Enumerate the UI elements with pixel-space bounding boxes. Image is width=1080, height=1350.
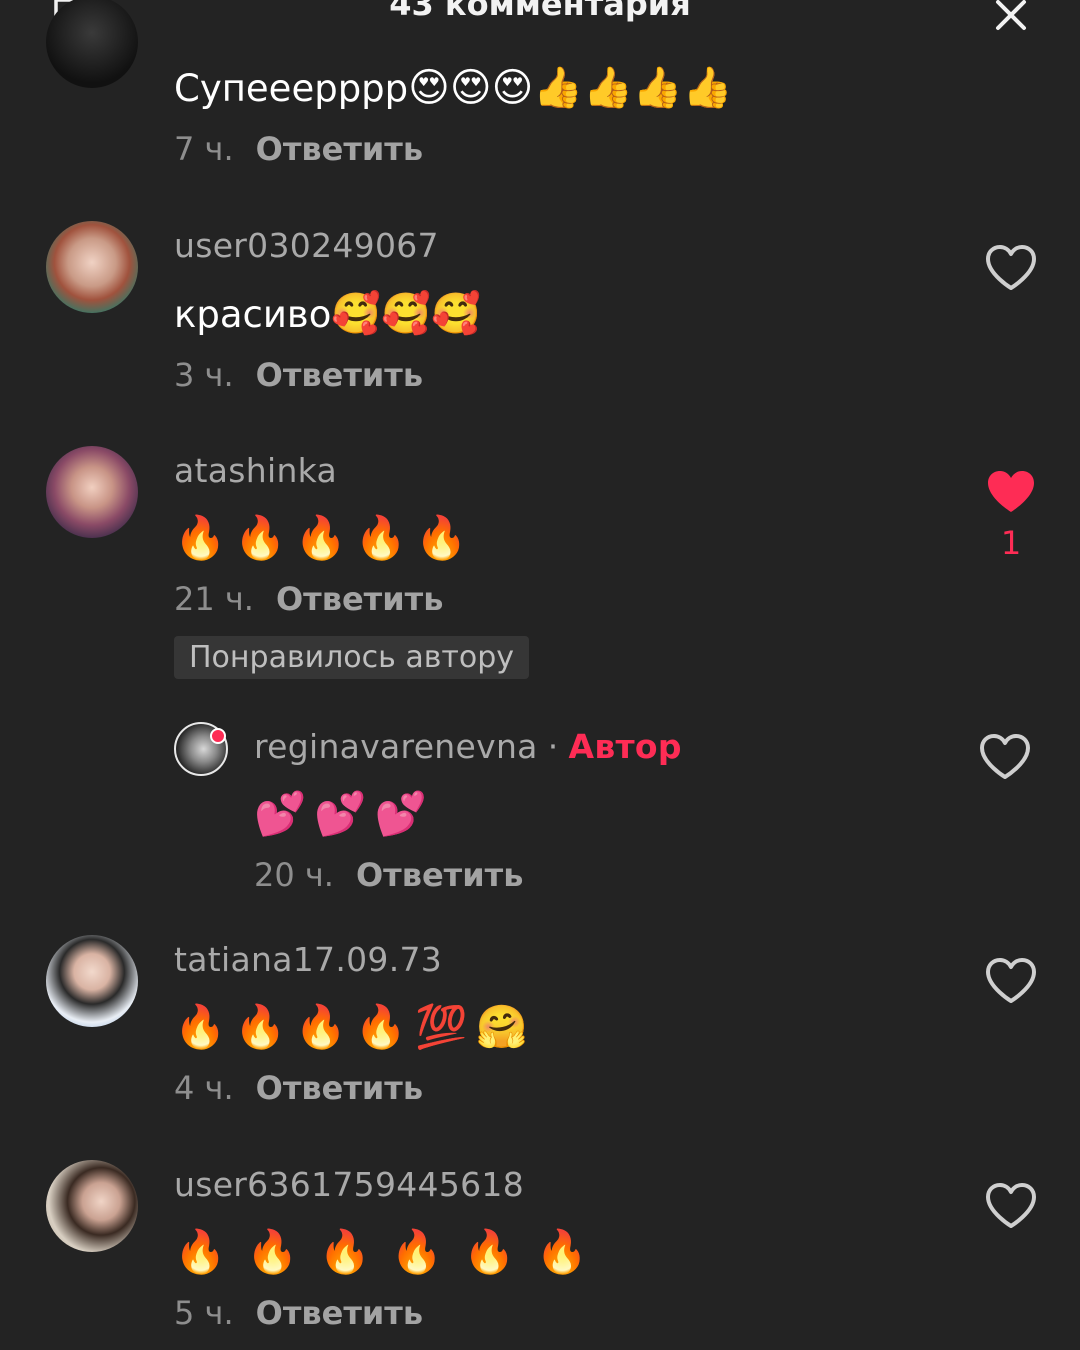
comment-text: Супееерррр😍😍😍👍👍👍👍	[174, 64, 733, 111]
comments-panel: 43 комментария Супееерррр😍😍😍👍👍👍👍 7 ч. Отв…	[0, 0, 1080, 1350]
reply-button[interactable]: Ответить	[276, 580, 443, 618]
comment-username[interactable]: user030249067	[174, 226, 439, 265]
author-tag: Автор	[568, 727, 682, 766]
reply-button[interactable]: Ответить	[256, 1069, 423, 1107]
comment-time: 5 ч.	[174, 1294, 234, 1332]
close-icon[interactable]	[990, 0, 1032, 36]
comment-emoji: 🔥 🔥 🔥 🔥 💯 🤗	[174, 1002, 528, 1051]
comment-username[interactable]: user6361759445618	[174, 1165, 524, 1204]
liked-dot	[210, 728, 226, 744]
comment-emoji: 💕 💕 💕	[254, 789, 427, 838]
reply-button[interactable]: Ответить	[256, 130, 423, 168]
comment-text-content: красиво	[174, 293, 332, 336]
heart-filled-icon[interactable]	[984, 468, 1038, 516]
comment-username[interactable]: tatiana17.09.73	[174, 940, 442, 979]
reply-button[interactable]: Ответить	[356, 856, 523, 894]
comment-time: 4 ч.	[174, 1069, 234, 1107]
comment-time: 7 ч.	[174, 130, 234, 168]
like-count: 1	[1000, 524, 1022, 562]
comment-username-row: reginavarenevna · Автор	[254, 727, 682, 766]
heart-outline-icon[interactable]	[984, 244, 1038, 292]
avatar[interactable]	[46, 221, 138, 313]
comment-meta: 3 ч. Ответить	[174, 356, 423, 394]
comment-meta: 7 ч. Ответить	[174, 130, 423, 168]
comment-time: 3 ч.	[174, 356, 234, 394]
reply-button[interactable]: Ответить	[256, 1294, 423, 1332]
comment-emoji: 🥰🥰🥰	[331, 291, 481, 337]
comment-emoji: 🔥 🔥 🔥 🔥 🔥 🔥	[174, 1227, 588, 1276]
comment-text-content: Супееерррр	[174, 67, 409, 110]
comment-meta: 21 ч. Ответить	[174, 580, 443, 618]
comment-emoji: 😍😍😍👍👍👍👍	[408, 65, 733, 111]
comment-time: 21 ч.	[174, 580, 254, 618]
comment-username[interactable]: atashinka	[174, 451, 337, 490]
avatar[interactable]	[46, 446, 138, 538]
reply-button[interactable]: Ответить	[256, 356, 423, 394]
comment-meta: 20 ч. Ответить	[254, 856, 523, 894]
comment-meta: 5 ч. Ответить	[174, 1294, 423, 1332]
comment-meta: 4 ч. Ответить	[174, 1069, 423, 1107]
separator-dot: ·	[547, 727, 559, 766]
heart-outline-icon[interactable]	[984, 957, 1038, 1005]
avatar[interactable]	[46, 1160, 138, 1252]
comment-emoji: 🔥 🔥 🔥 🔥 🔥	[174, 513, 468, 562]
comment-text: красиво🥰🥰🥰	[174, 290, 481, 337]
avatar[interactable]	[46, 935, 138, 1027]
comments-count-title: 43 комментария	[389, 0, 691, 23]
comment-time: 20 ч.	[254, 856, 334, 894]
heart-outline-icon[interactable]	[978, 733, 1032, 781]
comment-username[interactable]: reginavarenevna	[254, 727, 538, 766]
heart-outline-icon[interactable]	[984, 1182, 1038, 1230]
avatar[interactable]	[46, 0, 138, 88]
liked-by-author-badge: Понравилось автору	[174, 636, 530, 679]
comments-header: 43 комментария	[0, 0, 1080, 32]
